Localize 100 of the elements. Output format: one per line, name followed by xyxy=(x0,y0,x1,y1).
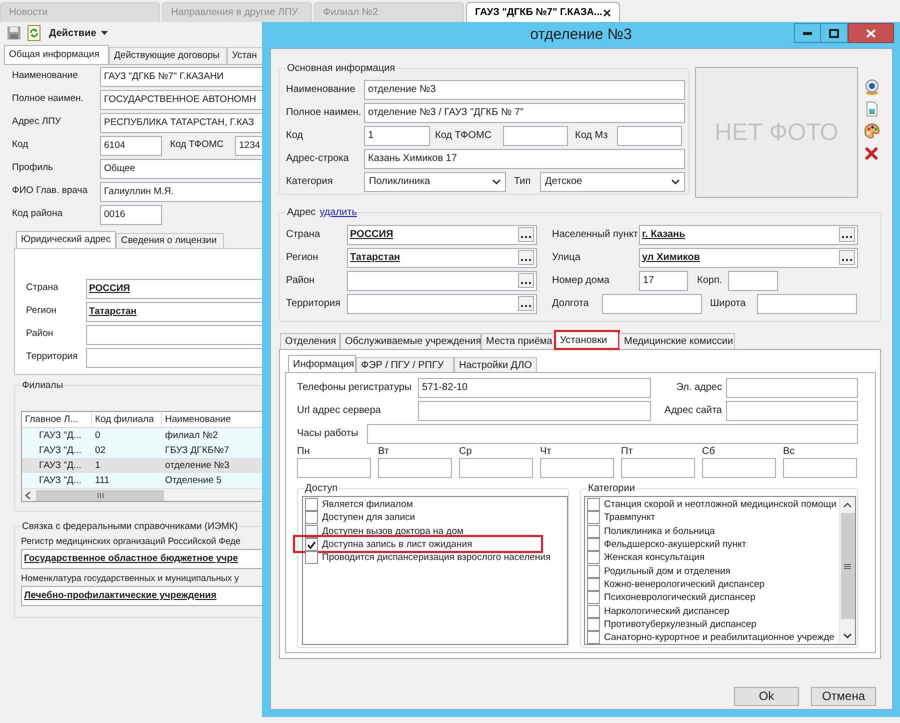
browse-button[interactable] xyxy=(839,250,855,265)
browse-button[interactable] xyxy=(518,296,534,311)
group-title: Категории xyxy=(587,482,636,495)
column-header[interactable]: Код филиала xyxy=(92,412,162,427)
checkbox[interactable] xyxy=(587,524,600,538)
chevron-up-icon xyxy=(843,502,852,508)
input-field[interactable] xyxy=(503,126,568,146)
checkbox[interactable] xyxy=(587,591,600,604)
table-cell-text: 1 xyxy=(94,459,102,473)
field-label: Корп. xyxy=(696,274,724,288)
checkbox[interactable] xyxy=(305,538,318,552)
checkbox[interactable] xyxy=(587,538,600,552)
tab[interactable]: Установки xyxy=(555,331,619,349)
checkbox-label: Фельдшерско-акушерский пункт xyxy=(604,538,746,552)
tab[interactable]: Общая информация xyxy=(4,45,109,64)
tab[interactable]: Информация xyxy=(288,355,356,372)
lookup-field[interactable] xyxy=(347,270,537,290)
dropdown[interactable]: Поликлиника xyxy=(364,172,506,192)
table-cell-text: ГАУЗ "Д... xyxy=(38,429,82,443)
input-field[interactable] xyxy=(297,458,371,478)
grip-icon xyxy=(96,492,104,498)
checkbox[interactable] xyxy=(587,511,600,524)
input-field[interactable] xyxy=(540,458,614,478)
input-field[interactable]: 571-82-10 xyxy=(418,378,651,398)
input-field[interactable]: отделение №3 / ГАУЗ "ДГКБ № 7" xyxy=(364,102,685,122)
tab[interactable]: Настройки ДЛО xyxy=(454,357,537,372)
input-field[interactable] xyxy=(757,294,857,314)
tab[interactable]: Действующие договоры xyxy=(109,47,227,64)
checkbox[interactable] xyxy=(305,551,318,564)
table-cell-text: Отделение 5 xyxy=(164,474,223,488)
checkbox[interactable] xyxy=(587,631,600,644)
input-field[interactable] xyxy=(726,400,858,420)
checkbox[interactable] xyxy=(587,578,600,591)
input-field[interactable]: отделение №3 xyxy=(364,80,685,100)
input-field[interactable] xyxy=(459,458,533,478)
input-field[interactable]: Казань Химиков 17 xyxy=(364,148,685,168)
tab[interactable]: Места приёма xyxy=(481,333,555,349)
checkbox-label: Травмпункт xyxy=(604,511,656,524)
lookup-field[interactable] xyxy=(347,294,537,314)
scrollbar[interactable] xyxy=(839,497,855,644)
checkbox[interactable] xyxy=(587,604,600,618)
minimize-icon xyxy=(803,32,812,34)
close-icon xyxy=(603,8,611,16)
close-button[interactable] xyxy=(848,23,894,43)
tab[interactable]: Отделения xyxy=(280,333,340,349)
input-field[interactable] xyxy=(621,458,695,478)
menu-button[interactable]: Действие xyxy=(49,26,108,40)
input-field[interactable] xyxy=(602,294,702,314)
checkbox[interactable] xyxy=(305,511,318,524)
tab[interactable]: ФЭР / ПГУ / РПГУ xyxy=(356,357,454,372)
input-field[interactable] xyxy=(378,458,452,478)
tab[interactable]: Юридический адрес xyxy=(16,231,116,248)
input-field[interactable]: 6104 xyxy=(100,136,162,156)
checkbox-label: Противотуберкулезный диспансер xyxy=(604,618,756,631)
tab[interactable]: Обслуживаемые учреждения xyxy=(340,333,481,349)
input-field[interactable]: 0016 xyxy=(100,204,162,224)
input-field[interactable] xyxy=(783,458,857,478)
input-field[interactable] xyxy=(617,126,682,146)
checkbox[interactable] xyxy=(587,564,600,578)
lookup-field[interactable]: Татарстан xyxy=(347,248,537,268)
dropdown[interactable]: Детское xyxy=(540,172,685,192)
tab[interactable]: Медицинские комиссии xyxy=(619,333,735,349)
day-label: Пн xyxy=(297,445,311,458)
input-field[interactable] xyxy=(728,270,778,290)
checkbox-label: Психоневрологический диспансер xyxy=(604,591,756,604)
checkbox[interactable] xyxy=(587,618,600,631)
table-cell-text: филиал №2 xyxy=(164,429,219,443)
table-cell-text: ГБУЗ ДГКБ№7 xyxy=(164,444,230,458)
input-field[interactable]: 1 xyxy=(364,126,430,146)
input-field[interactable] xyxy=(367,424,858,444)
checkbox-label: Доступен для записи xyxy=(322,511,416,524)
checkbox-label: Является филиалом xyxy=(322,498,413,512)
input-field[interactable]: 17 xyxy=(639,270,688,290)
group-title: Адрес xyxy=(286,206,320,219)
minimize-button[interactable] xyxy=(794,23,821,43)
lookup-field[interactable]: г. Казань xyxy=(639,224,858,244)
browse-button[interactable] xyxy=(518,250,534,265)
lookup-field[interactable]: ул Химиков xyxy=(639,248,858,268)
input-field[interactable] xyxy=(726,378,858,398)
checkbox[interactable] xyxy=(305,498,318,512)
scroll-thumb[interactable] xyxy=(36,490,164,500)
lookup-field[interactable]: РОССИЯ xyxy=(347,224,537,244)
field-label: Долгота xyxy=(552,297,590,311)
browse-button[interactable] xyxy=(518,273,534,288)
checkbox[interactable] xyxy=(587,551,600,564)
browse-button[interactable] xyxy=(839,227,855,242)
checkbox[interactable] xyxy=(587,498,600,512)
column-header[interactable]: Главное Л... xyxy=(22,412,92,427)
input-field[interactable] xyxy=(418,400,651,420)
image-icon xyxy=(864,101,880,117)
scroll-thumb[interactable] xyxy=(840,513,854,619)
day-label: Чт xyxy=(540,445,552,458)
dialog-button[interactable]: Ok xyxy=(734,687,799,706)
browse-button[interactable] xyxy=(518,227,534,242)
tab[interactable]: Сведения о лицензии xyxy=(116,233,224,248)
dialog-button[interactable]: Отмена xyxy=(811,687,876,706)
tab[interactable]: ГАУЗ "ДГКБ №7" Г.КАЗА... xyxy=(466,2,620,22)
field-label: Регион xyxy=(286,251,320,265)
input-field[interactable] xyxy=(702,458,776,478)
checkbox-label: Санаторно-курортное и реабилитационное учрежде xyxy=(604,631,834,644)
